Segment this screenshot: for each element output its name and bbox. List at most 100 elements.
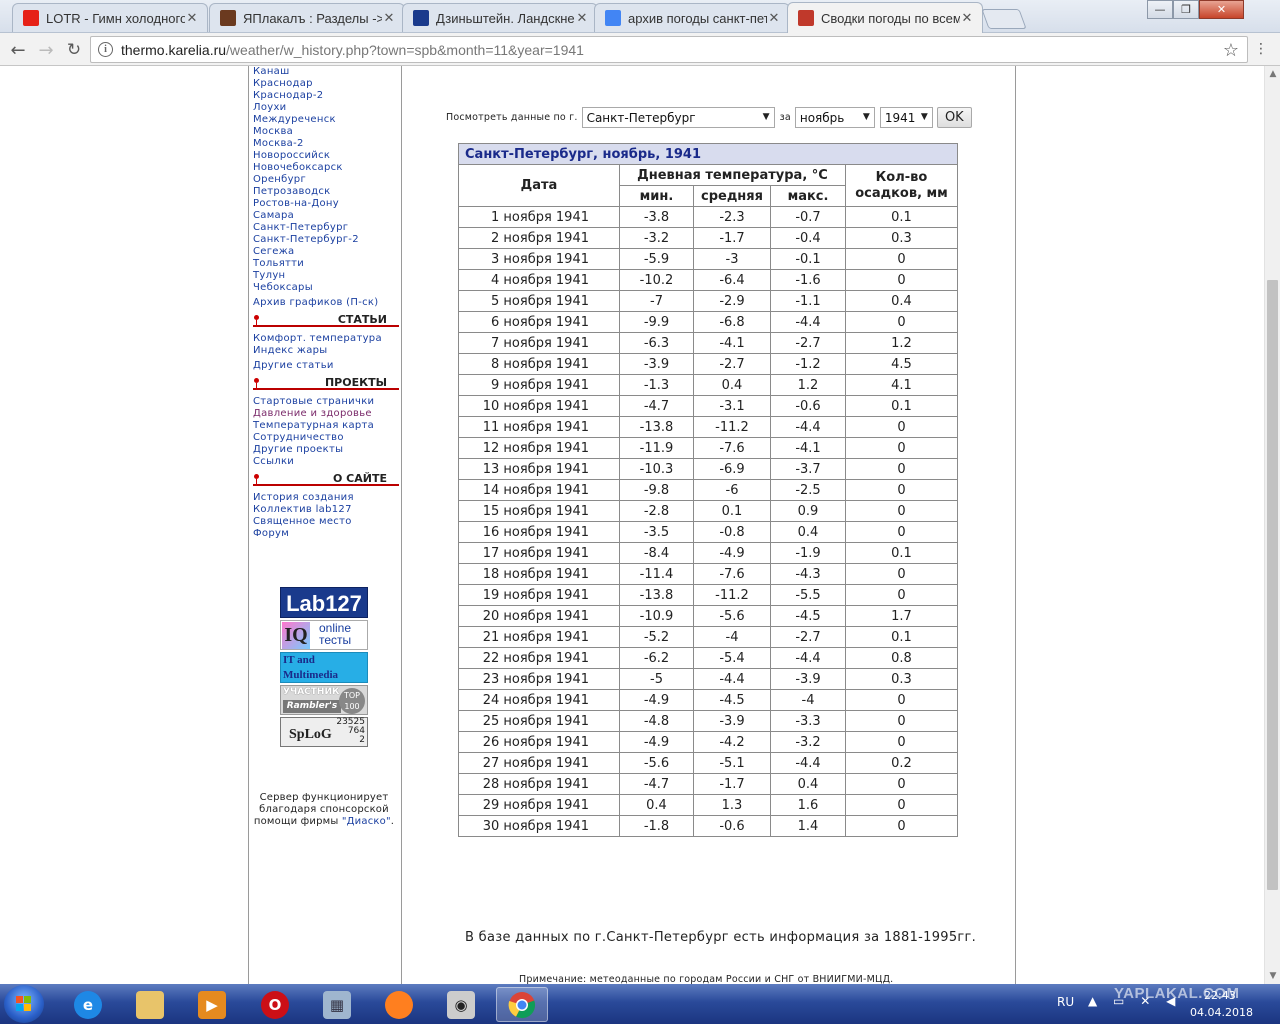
city-link[interactable]: Сегежа [253,246,399,258]
it-multimedia-badge[interactable]: IT and Multimedia [280,652,368,683]
menu-link[interactable]: Стартовые странички [253,396,399,408]
file-explorer-icon[interactable] [124,987,176,1022]
city-link[interactable]: Краснодар [253,78,399,90]
table-row: 10 ноября 1941 -4.7 -3.1 -0.6 0.1 [458,395,958,417]
year-select[interactable]: 1941 ▼ [879,107,933,128]
city-link[interactable]: Москва [253,126,399,138]
month-select[interactable]: ноябрь ▼ [794,107,875,128]
city-select[interactable]: Санкт-Петербург ▼ [581,107,775,128]
city-link[interactable]: Междуреченск [253,114,399,126]
data-source-note: Примечание: метеоданные по городам Росси… [519,974,894,984]
menu-link[interactable]: Форум [253,528,399,540]
chrome-icon[interactable] [496,987,548,1022]
firefox-icon[interactable] [373,987,425,1022]
browser-menu-icon[interactable]: ⋮ [1254,41,1268,57]
city-link[interactable]: Тулун [253,270,399,282]
forward-arrow-icon[interactable]: → [34,38,58,62]
table-row: 25 ноября 1941 -4.8 -3.9 -3.3 0 [458,710,958,732]
tab-4[interactable]: архив погоды санкт-пет ✕ [594,3,790,32]
tab-2[interactable]: ЯПлакалъ : Разделы -> ✕ [209,3,405,32]
city-link[interactable]: Петрозаводск [253,186,399,198]
iq-tests-badge[interactable]: IQ online тесты [280,620,368,650]
menu-link[interactable]: Ссылки [253,456,399,468]
tab-3[interactable]: Дзиньштейн. Ландскне ✕ [402,3,598,32]
lab127-badge[interactable]: Lab127 [280,587,368,618]
minimize-button[interactable]: — [1147,0,1173,19]
restore-button[interactable]: ❐ [1173,0,1199,19]
date-cell: 13 ноября 1941 [458,458,620,480]
internet-explorer-icon[interactable]: e [62,987,114,1022]
url-text[interactable]: thermo.karelia.ru/weather/w_history.php?… [121,42,584,58]
date-cell: 9 ноября 1941 [458,374,620,396]
tray-icons[interactable]: ▲ ▭ ✕ ◀ [1088,994,1181,1008]
table-row: 20 ноября 1941 -10.9 -5.6 -4.5 1.7 [458,605,958,627]
charts-archive-link[interactable]: Архив графиков (П-ск) [253,297,399,309]
calculator-icon[interactable]: ▦ [311,987,363,1022]
back-arrow-icon[interactable]: ← [6,38,30,62]
menu-link[interactable]: Давление и здоровье [253,408,399,420]
precipitation-cell: 0.1 [845,206,958,228]
weather-table: Санкт-Петербург, ноябрь, 1941 Дата Дневн… [458,143,958,837]
media-player-icon[interactable]: ▶ [186,987,238,1022]
city-link[interactable]: Москва-2 [253,138,399,150]
menu-link[interactable]: Сотрудничество [253,432,399,444]
city-link[interactable]: Санкт-Петербург-2 [253,234,399,246]
city-link[interactable]: Оренбург [253,174,399,186]
city-link[interactable]: Краснодар-2 [253,90,399,102]
language-indicator[interactable]: RU [1057,995,1074,1009]
chevron-down-icon: ▼ [762,112,770,122]
spylog-counter-badge[interactable]: SpLoG 23525 764 2 [280,717,368,747]
menu-link[interactable]: Другие проекты [253,444,399,456]
close-tab-icon[interactable]: ✕ [382,11,396,26]
ok-button[interactable]: OK [936,107,972,128]
min-temp-cell: -3.9 [619,353,694,375]
menu-link[interactable]: Температурная карта [253,420,399,432]
start-button[interactable] [4,985,44,1023]
close-tab-icon[interactable]: ✕ [185,11,199,26]
tab-title: ЯПлакалъ : Разделы -> [243,10,382,26]
menu-link[interactable]: Индекс жары [253,345,399,357]
menu-link[interactable]: Комфорт. температура [253,333,399,345]
city-link[interactable]: Ростов-на-Дону [253,198,399,210]
close-window-button[interactable]: ✕ [1199,0,1244,19]
reload-icon[interactable]: ↻ [62,38,86,62]
max-temp-cell: -3.9 [770,668,846,690]
city-link[interactable]: Тольятти [253,258,399,270]
new-tab-button[interactable] [981,9,1027,29]
table-row: 17 ноября 1941 -8.4 -4.9 -1.9 0.1 [458,542,958,564]
scroll-thumb[interactable] [1267,280,1278,890]
max-temp-cell: 0.4 [770,521,846,543]
close-tab-icon[interactable]: ✕ [960,11,974,26]
site-info-icon[interactable]: i [98,42,113,57]
opera-icon[interactable]: O [249,987,301,1022]
city-link[interactable]: Санкт-Петербург [253,222,399,234]
close-tab-icon[interactable]: ✕ [767,11,781,26]
tab-5[interactable]: Сводки погоды по всем ✕ [787,2,983,33]
city-list: Канаш Краснодар Краснодар-2 Лоухи Междуречен… [253,66,399,294]
tab-1[interactable]: LOTR - Гимн холодного ✕ [12,3,208,32]
precipitation-cell: 0.1 [845,395,958,417]
city-link[interactable]: Самара [253,210,399,222]
city-link[interactable]: Новороссийск [253,150,399,162]
close-tab-icon[interactable]: ✕ [575,11,589,26]
scroll-up-arrow-icon[interactable]: ▲ [1265,66,1280,82]
vertical-scrollbar[interactable]: ▲ ▼ [1264,66,1280,984]
scroll-down-arrow-icon[interactable]: ▼ [1265,968,1280,984]
table-row: 12 ноября 1941 -11.9 -7.6 -4.1 0 [458,437,958,459]
bookmark-star-icon[interactable]: ☆ [1223,40,1239,61]
rambler-top100-badge[interactable]: УЧАСТНИК Rambler's TOP 100 [280,685,368,715]
menu-link[interactable]: Коллектив lab127 [253,504,399,516]
city-link[interactable]: Новочебоксарск [253,162,399,174]
clock-date[interactable]: 04.04.2018 [1190,1006,1253,1019]
city-link[interactable]: Канаш [253,66,399,78]
city-link[interactable]: Лоухи [253,102,399,114]
address-bar[interactable]: i thermo.karelia.ru/weather/w_history.ph… [90,36,1248,63]
menu-link[interactable]: История создания [253,492,399,504]
clock-time[interactable]: 22:43 [1204,989,1236,1002]
city-link[interactable]: Чебоксары [253,282,399,294]
chevron-down-icon: ▼ [862,112,870,122]
menu-link[interactable]: Другие статьи [253,360,399,372]
eye-app-icon[interactable]: ◉ [435,987,487,1022]
diasko-link[interactable]: "Диаско" [342,816,391,827]
menu-link[interactable]: Священное место [253,516,399,528]
